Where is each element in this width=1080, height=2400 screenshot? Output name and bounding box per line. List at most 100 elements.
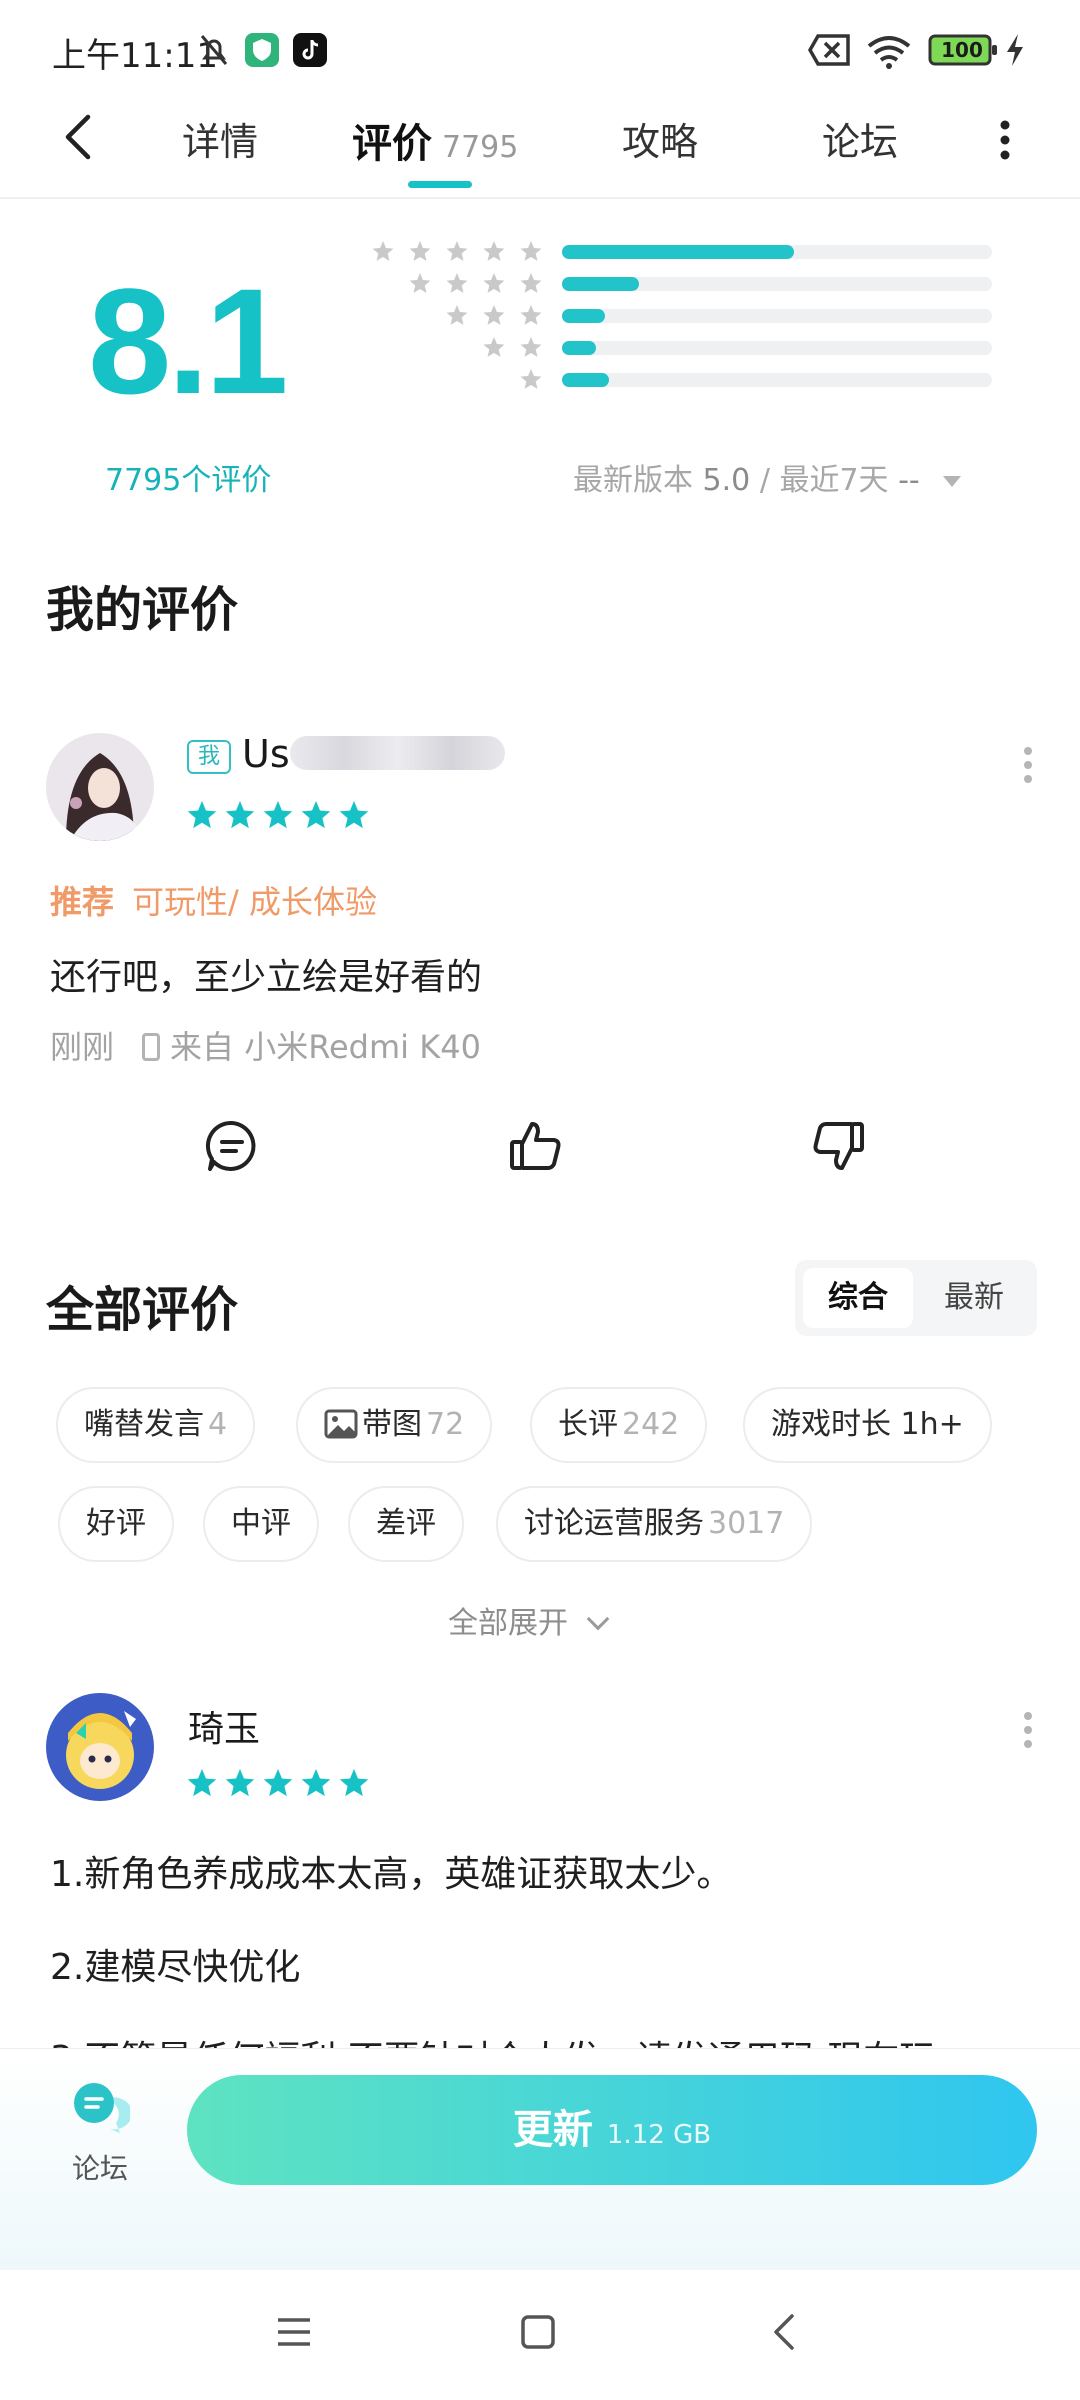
menu-icon[interactable] xyxy=(270,2308,318,2356)
star-icon xyxy=(301,801,331,829)
recommend-tag: 推荐 xyxy=(50,883,115,921)
my-rating-stars xyxy=(187,800,369,834)
update-button[interactable]: 更新 1.12 GB xyxy=(187,2075,1037,2185)
chip-label: 嘴替发言 xyxy=(84,1407,204,1442)
forum-button[interactable]: 论坛 xyxy=(52,2081,148,2191)
sort-toggle: 综合 最新 xyxy=(795,1260,1037,1336)
trend-value: -- xyxy=(898,463,920,498)
my-avatar[interactable] xyxy=(46,733,154,841)
rating-distribution-bar xyxy=(562,245,992,259)
review-device: 来自 小米Redmi K40 xyxy=(170,1028,481,1066)
rating-distribution-bar xyxy=(562,373,992,387)
expand-all-button[interactable]: 全部展开 xyxy=(448,1598,610,1642)
rating-distribution-bar xyxy=(562,341,992,355)
update-label: 更新 xyxy=(512,2107,593,2153)
filter-chip[interactable]: 嘴替发言 4 xyxy=(56,1387,256,1463)
rating-distribution-fill xyxy=(562,245,795,259)
sim-disabled-icon xyxy=(808,34,850,66)
rating-distribution-fill xyxy=(562,373,610,387)
reviewer-rating-stars xyxy=(187,1768,369,1802)
tab-reviews[interactable]: 评价 7795 xyxy=(352,111,518,169)
thumbs-down-icon[interactable] xyxy=(810,1118,866,1174)
tiktok-app-icon xyxy=(293,33,327,67)
bell-muted-icon xyxy=(200,35,228,65)
star-icon xyxy=(372,241,394,261)
tab-reviews-label: 评价 xyxy=(352,121,432,167)
reviewer-avatar[interactable] xyxy=(46,1693,154,1801)
version-prefix: 最新版本 xyxy=(573,463,693,498)
wifi-icon xyxy=(867,36,911,69)
review-line: 2.建模尽快优化 xyxy=(50,1947,301,1988)
star-icon xyxy=(520,305,542,325)
distribution-star-row xyxy=(372,241,542,261)
distribution-star-row xyxy=(446,305,542,325)
chip-count: 3017 xyxy=(708,1506,785,1541)
top-nav: 详情 评价 7795 攻略 论坛 xyxy=(0,95,1080,195)
thumbs-up-icon[interactable] xyxy=(508,1118,564,1174)
all-reviews-title: 全部评价 xyxy=(46,1282,239,1338)
filter-separator: / xyxy=(759,463,770,498)
status-time: 上午11:11 xyxy=(52,36,218,76)
back-arrow-icon[interactable] xyxy=(50,107,110,167)
rating-distribution-bar xyxy=(562,277,992,291)
system-nav-bar xyxy=(0,2270,1080,2400)
rating-distribution-stars xyxy=(483,336,542,362)
image-icon xyxy=(324,1409,358,1439)
star-icon xyxy=(187,1769,217,1797)
review-more-icon[interactable] xyxy=(1022,1710,1034,1750)
distribution-star-row xyxy=(520,369,542,389)
star-icon xyxy=(187,801,217,829)
reviewer-username: 琦玉 xyxy=(188,1709,261,1750)
star-icon xyxy=(225,801,255,829)
filter-chip[interactable]: 长评 242 xyxy=(530,1387,708,1463)
filter-chip[interactable]: 好评 xyxy=(58,1486,174,1562)
rating-distribution-row xyxy=(0,336,1080,360)
chip-label: 长评 xyxy=(558,1407,618,1442)
rating-distribution-row xyxy=(0,240,1080,264)
star-icon xyxy=(409,273,431,293)
filter-chip-with-images[interactable]: 带图 72 xyxy=(296,1387,493,1463)
charging-icon xyxy=(1007,34,1023,66)
rating-distribution-row xyxy=(0,368,1080,392)
version-number: 5.0 xyxy=(702,463,751,498)
star-icon xyxy=(520,369,542,389)
distribution-star-row xyxy=(483,337,542,357)
star-icon xyxy=(483,273,505,293)
chip-label: 差评 xyxy=(376,1506,436,1541)
rating-distribution-fill xyxy=(562,341,597,355)
star-icon xyxy=(339,1769,369,1797)
review-tags: 推荐 可玩性/ 成长体验 xyxy=(50,877,377,923)
rating-distribution-row xyxy=(0,272,1080,296)
sort-comprehensive[interactable]: 综合 xyxy=(803,1268,913,1328)
tab-reviews-count: 7795 xyxy=(442,130,519,165)
filter-chip[interactable]: 游戏时长 1h+ xyxy=(743,1387,992,1463)
more-options-icon[interactable] xyxy=(990,115,1020,165)
home-icon[interactable] xyxy=(514,2308,562,2356)
comment-icon[interactable] xyxy=(204,1118,260,1174)
filter-chip[interactable]: 讨论运营服务 3017 xyxy=(496,1486,813,1562)
star-row xyxy=(187,801,369,829)
review-line: 1.新角色养成成本太高，英雄证获取太少。 xyxy=(50,1854,733,1895)
tab-details[interactable]: 详情 xyxy=(182,111,258,166)
my-review-text: 还行吧，至少立绘是好看的 xyxy=(50,957,483,998)
nav-divider xyxy=(0,197,1080,199)
my-review-meta: 刚刚 来自 小米Redmi K40 xyxy=(50,1022,481,1068)
sort-latest[interactable]: 最新 xyxy=(919,1268,1029,1328)
rating-distribution-bar xyxy=(562,309,992,323)
my-review-more-icon[interactable] xyxy=(1022,745,1034,785)
system-back-icon[interactable] xyxy=(762,2308,810,2356)
star-icon xyxy=(446,305,468,325)
chip-label: 中评 xyxy=(231,1506,291,1541)
version-filter[interactable]: 最新版本 5.0 / 最近7天 -- xyxy=(573,455,962,499)
chip-count: 242 xyxy=(622,1407,680,1442)
star-row xyxy=(187,1769,369,1797)
tab-forum[interactable]: 论坛 xyxy=(822,111,898,166)
tab-guides[interactable]: 攻略 xyxy=(622,111,698,166)
filter-chip[interactable]: 差评 xyxy=(348,1486,464,1562)
filter-chip[interactable]: 中评 xyxy=(203,1486,319,1562)
star-icon xyxy=(446,241,468,261)
username-blurred xyxy=(290,736,505,770)
status-bar: 上午11:11 100 xyxy=(0,0,1080,90)
rating-distribution-stars xyxy=(520,368,542,394)
my-username: Us xyxy=(242,732,290,776)
